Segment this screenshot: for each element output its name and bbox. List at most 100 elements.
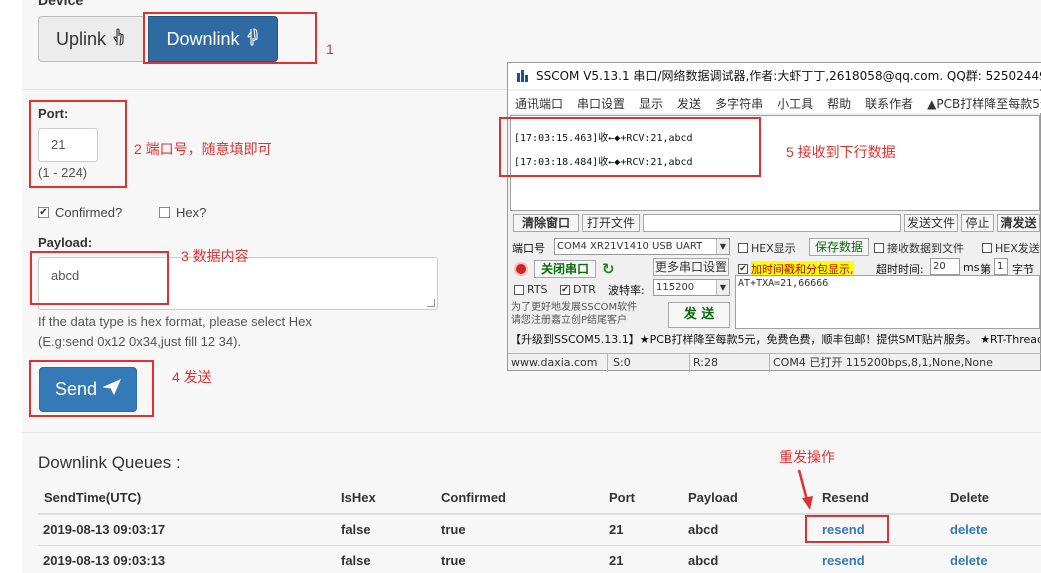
file-path-input[interactable]	[643, 214, 901, 232]
uplink-label: Uplink	[55, 28, 107, 49]
checkbox-box: ✔	[38, 206, 49, 218]
rts-checkbox[interactable]: RTS	[514, 283, 548, 296]
resend-link[interactable]: resend	[822, 522, 865, 537]
cell-confirmed: true	[441, 553, 466, 568]
promo-bar: 【升级到SSCOM5.13.1】★PCB打样降至每款5元，免费色费，顺丰包邮！提…	[510, 333, 1040, 346]
hex-checkbox[interactable]: Hex?	[159, 205, 206, 220]
annotation-4: 4 发送	[172, 369, 212, 385]
timeout-input[interactable]: 20	[930, 258, 960, 275]
promo-text: 为了更好地发展SSCOM软件 请您注册嘉立创P结尾客户	[511, 302, 638, 326]
resize-grip[interactable]	[427, 299, 435, 307]
hand-pointer-icon	[112, 27, 126, 51]
com-port-select[interactable]: COM4 XR21V1410 USB UART ▼	[554, 238, 730, 255]
hex-send-checkbox[interactable]: HEX发送	[982, 240, 1040, 256]
recv-to-file-checkbox[interactable]: 接收数据到文件	[874, 240, 964, 256]
recv-to-file-label: 接收数据到文件	[887, 242, 964, 255]
status-sent: S:0	[610, 354, 690, 372]
checkbox-box	[514, 284, 524, 295]
nth-input[interactable]: 1	[994, 258, 1008, 275]
record-icon	[514, 262, 528, 276]
cell-port: 21	[609, 522, 624, 537]
open-file-button[interactable]: 打开文件	[582, 214, 640, 232]
col-header: Payload	[688, 490, 738, 505]
status-site[interactable]: www.daxia.com	[508, 354, 608, 372]
com-port-value: COM4 XR21V1410 USB UART	[557, 241, 703, 252]
cell-ishex: false	[341, 522, 371, 537]
resend-link[interactable]: resend	[822, 553, 865, 568]
more-settings-button[interactable]: 更多串口设置	[653, 258, 729, 276]
sscom-menu-bar: 通讯端口 串口设置 显示 发送 多字符串 小工具 帮助 联系作者 ▲PCB打样降至每款5元	[508, 91, 1041, 113]
checkbox-box	[874, 243, 884, 253]
annotation-box	[143, 12, 317, 64]
cell-port: 21	[609, 553, 624, 568]
divider	[22, 432, 1041, 433]
annotation-1: 1	[326, 41, 334, 57]
hex-send-label: HEX发送	[995, 242, 1040, 255]
menu-item[interactable]: 帮助	[820, 91, 858, 112]
cell-confirmed: true	[441, 522, 466, 537]
close-port-button[interactable]: 关闭串口	[534, 260, 596, 278]
checkbox-box	[982, 243, 992, 253]
annotation-box	[29, 100, 127, 188]
menu-item[interactable]: 显示	[632, 91, 670, 112]
queues-title: Downlink Queues :	[38, 453, 181, 472]
menu-item[interactable]: 串口设置	[570, 91, 632, 112]
status-received: R:28	[690, 354, 770, 372]
section-label: Device	[38, 0, 84, 8]
send-file-button[interactable]: 发送文件	[904, 214, 958, 232]
send-button[interactable]: 发 送	[668, 302, 730, 328]
sscom-toolbar: 清除窗口 打开文件 发送文件 停止 清发送	[510, 214, 1040, 234]
annotation-5: 5 接收到下行数据	[786, 144, 896, 160]
hex-display-checkbox[interactable]: HEX显示	[738, 240, 796, 256]
status-bar: www.daxia.com S:0 R:28 COM4 已打开 115200bp…	[508, 353, 1041, 372]
baud-label: 波特率:	[608, 284, 645, 297]
menu-item[interactable]: 发送	[670, 91, 708, 112]
cell-time: 2019-08-13 09:03:13	[43, 553, 166, 568]
annotation-2: 2 端口号，随意填即可	[134, 141, 272, 157]
rts-label: RTS	[527, 283, 548, 296]
sscom-title-bar: SSCOM V5.13.1 串口/网络数据调试器,作者:大虾丁丁,2618058…	[508, 63, 1041, 89]
clear-window-button[interactable]: 清除窗口	[513, 214, 579, 232]
checkbox-box: ✔	[738, 264, 748, 274]
refresh-icon[interactable]: ↻	[602, 260, 615, 278]
col-header: Delete	[950, 490, 990, 505]
menu-item[interactable]: 通讯端口	[508, 91, 570, 112]
hex-label: Hex?	[176, 205, 207, 220]
header-divider	[38, 513, 1041, 515]
chevron-down-icon: ▼	[716, 280, 729, 295]
sscom-title: SSCOM V5.13.1 串口/网络数据调试器,作者:大虾丁丁,2618058…	[536, 69, 1041, 83]
annotation-3: 3 数据内容	[181, 248, 249, 264]
send-textarea[interactable]: AT+TXA=21,66666	[735, 275, 1040, 329]
menu-item[interactable]: ▲PCB打样降至每款5元	[920, 91, 1041, 112]
menu-item[interactable]: 小工具	[770, 91, 820, 112]
baud-value: 115200	[656, 282, 695, 293]
save-data-button[interactable]: 保存数据	[809, 238, 869, 256]
checkbox-box	[738, 243, 748, 253]
col-header: SendTime(UTC)	[44, 490, 142, 505]
uplink-button[interactable]: Uplink	[38, 16, 144, 62]
col-header: IsHex	[341, 490, 376, 505]
status-info: COM4 已打开 115200bps,8,1,None,None	[773, 356, 993, 369]
col-header: Confirmed	[441, 490, 506, 505]
col-header: Port	[609, 490, 635, 505]
clear-send-button[interactable]: 清发送	[997, 214, 1040, 232]
sscom-app-icon	[517, 70, 528, 82]
cell-time: 2019-08-13 09:03:17	[43, 522, 166, 537]
payload-label: Payload:	[38, 235, 93, 250]
annotation-resend: 重发操作	[779, 449, 835, 465]
baud-select[interactable]: 115200 ▼	[653, 279, 730, 296]
dtr-checkbox[interactable]: ✔ DTR	[560, 283, 596, 296]
cell-payload: abcd	[688, 522, 719, 537]
checkbox-box: ✔	[560, 284, 570, 295]
delete-link[interactable]: delete	[950, 522, 988, 537]
col-header: Resend	[822, 490, 869, 505]
annotation-box	[29, 360, 154, 417]
hex-hint: If the data type is hex format, please s…	[38, 314, 312, 329]
delete-link[interactable]: delete	[950, 553, 988, 568]
menu-item[interactable]: 多字符串	[708, 91, 770, 112]
hex-display-label: HEX显示	[751, 242, 796, 255]
confirmed-checkbox[interactable]: ✔ Confirmed?	[38, 205, 122, 220]
stop-button[interactable]: 停止	[961, 214, 994, 232]
menu-item[interactable]: 联系作者	[858, 91, 920, 112]
cell-ishex: false	[341, 553, 371, 568]
